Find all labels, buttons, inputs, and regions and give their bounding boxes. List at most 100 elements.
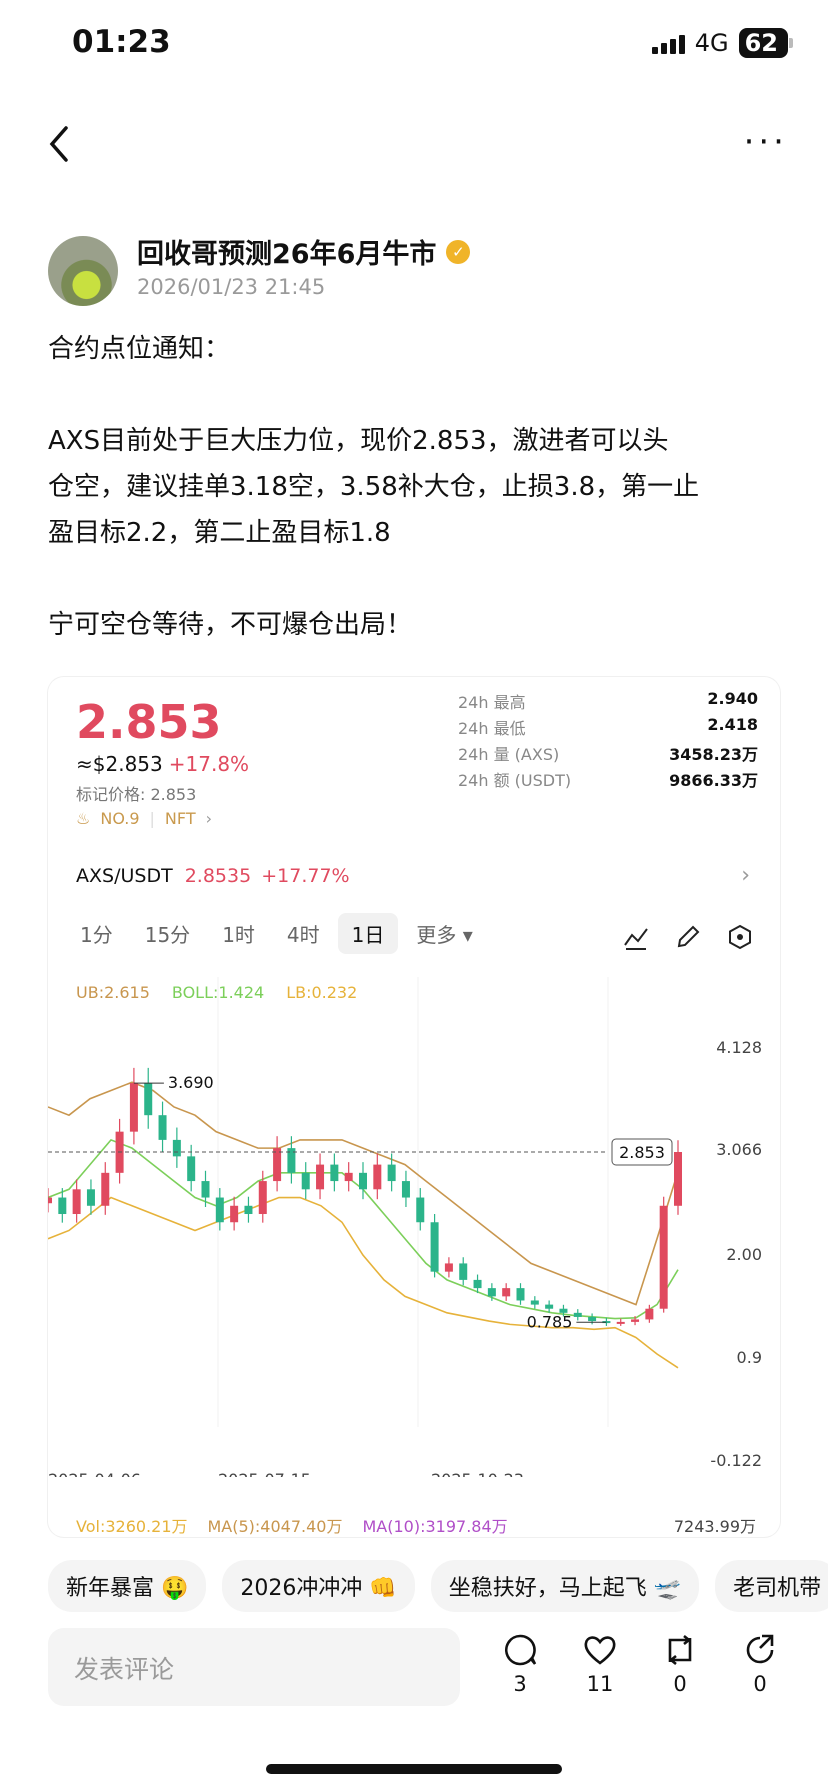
candle-body [502, 1288, 511, 1297]
status-right: 4G 62 [651, 28, 794, 58]
comment-count: 3 [513, 1672, 527, 1696]
draw-icon [677, 925, 700, 948]
post-closing: 宁可空仓等待，不可爆仓出局！ [48, 610, 413, 640]
rank-row: ♨ NO.9 | NFT › [76, 809, 212, 828]
comment-input[interactable]: 发表评论 [48, 1628, 460, 1706]
candle-body [588, 1316, 597, 1322]
vol: Vol:3260.21万 [76, 1517, 188, 1536]
market-screenshot[interactable]: 2.853 ≈$2.853 +17.8% 标记价格: 2.853 ♨ NO.9 |… [48, 677, 780, 1537]
chevron-right-icon: › [741, 863, 750, 888]
candle-body [674, 1152, 682, 1206]
candle-body [201, 1181, 210, 1198]
y-tick-label: 3.066 [716, 1140, 762, 1159]
more-options-icon[interactable]: ··· [744, 122, 788, 162]
high-label: 3.690 [168, 1073, 214, 1092]
post-body-line1: AXS目前处于巨大压力位，现价2.853，激进者可以头 [48, 426, 669, 456]
tag: NFT [164, 809, 196, 828]
comment-button[interactable]: 3 [490, 1632, 550, 1696]
battery-icon: 62 [738, 28, 794, 58]
candle-body [430, 1222, 439, 1272]
comment-icon [504, 1634, 537, 1666]
candle-body [530, 1300, 539, 1305]
y-tick-label: -0.122 [710, 1451, 762, 1470]
candle-body [473, 1279, 482, 1289]
post-time: 2026/01/23 21:45 [137, 275, 326, 299]
candle-body [72, 1189, 81, 1215]
tab-more: 更多 ▾ [416, 923, 473, 947]
candle-body [401, 1181, 410, 1198]
chip[interactable]: 老司机带 [715, 1560, 828, 1612]
repost-icon [668, 1634, 692, 1666]
candle-body [129, 1083, 138, 1132]
author-name-text: 回收哥预测26年6月牛市 [137, 239, 437, 270]
stat-label: 24h 量 (AXS) [458, 745, 560, 764]
candle-body [48, 1197, 52, 1204]
chevron-right-icon: › [205, 809, 212, 828]
candle-body [316, 1164, 325, 1190]
x-tick-label: 2025-07-15 [218, 1470, 311, 1477]
pair-price: 2.8535 [184, 865, 252, 887]
candle-body [244, 1205, 253, 1215]
author-name[interactable]: 回收哥预测26年6月牛市 ✓ [137, 232, 471, 271]
tab-1d: 1日 [337, 913, 399, 954]
candle-body [444, 1263, 453, 1272]
candle-body [86, 1189, 95, 1206]
tab-1m: 1分 [80, 923, 113, 947]
candle-body [545, 1304, 554, 1309]
candle-body [187, 1156, 196, 1182]
share-button[interactable]: 0 [730, 1632, 790, 1696]
stat-row: 24h 额 (USDT) 9866.33万 [458, 767, 758, 793]
flame-icon: ♨ [76, 809, 91, 828]
back-icon[interactable] [44, 124, 74, 164]
usd-price-value: ≈$2.853 [76, 752, 163, 776]
candle-body [230, 1205, 239, 1223]
tab-4h: 4时 [286, 923, 320, 947]
candle-body [416, 1197, 425, 1223]
comment-placeholder: 发表评论 [74, 1655, 175, 1684]
chip[interactable]: 坐稳扶好，马上起飞 🛫 [430, 1560, 700, 1612]
stat-row: 24h 量 (AXS) 3458.23万 [458, 741, 758, 767]
status-time: 01:23 [72, 24, 171, 60]
candle-body [616, 1321, 625, 1324]
x-tick-label: 2025-04-06 [48, 1470, 141, 1477]
candle-body [101, 1172, 110, 1206]
y-tick-label: 4.128 [716, 1038, 762, 1057]
boll-lower-line [48, 1196, 679, 1369]
stat-value: 9866.33万 [669, 771, 758, 790]
candle-body [258, 1181, 267, 1215]
candle-body [158, 1115, 167, 1140]
repost-button[interactable]: 0 [650, 1632, 710, 1696]
stat-label: 24h 最低 [458, 719, 526, 738]
stat-value: 3458.23万 [669, 745, 758, 764]
signal-icon [651, 32, 685, 54]
share-icon [746, 1634, 774, 1664]
candle-body [172, 1139, 181, 1157]
candle-body [645, 1308, 654, 1320]
y-tick-label: 0.9 [737, 1348, 762, 1367]
avatar[interactable] [48, 236, 118, 306]
vol-ma10: MA(10):3197.84万 [362, 1517, 508, 1536]
pair-name: AXS/USDT [76, 865, 173, 887]
vol-right: 7243.99万 [673, 1517, 756, 1536]
rank: NO.9 [100, 809, 140, 828]
candle-body [359, 1172, 367, 1190]
stat-value: 2.940 [707, 689, 758, 708]
stat-row: 24h 最低 2.418 [458, 715, 758, 741]
pair-row: AXS/USDT 2.8535 +17.77% [76, 865, 350, 887]
chip[interactable]: 新年暴富 🤑 [48, 1560, 207, 1612]
chip[interactable]: 2026冲冲冲 👊 [222, 1560, 415, 1612]
usd-change: +17.8% [168, 752, 250, 776]
candle-body [659, 1205, 668, 1309]
candle-body [301, 1172, 310, 1190]
tab-15m: 15分 [144, 923, 191, 947]
candle-body [387, 1164, 396, 1182]
low-label: 0.785 [527, 1312, 573, 1331]
settings-hex-icon [729, 924, 751, 950]
candle-body [373, 1164, 382, 1190]
candle-body [144, 1083, 153, 1116]
stat-row: 24h 最高 2.940 [458, 689, 758, 715]
x-tick-label: 2025-10-23 [431, 1470, 524, 1477]
volume-row: Vol:3260.21万 MA(5):4047.40万 MA(10):3197.… [76, 1513, 508, 1537]
indicator-icon [624, 928, 648, 950]
like-button[interactable]: 11 [570, 1632, 630, 1696]
